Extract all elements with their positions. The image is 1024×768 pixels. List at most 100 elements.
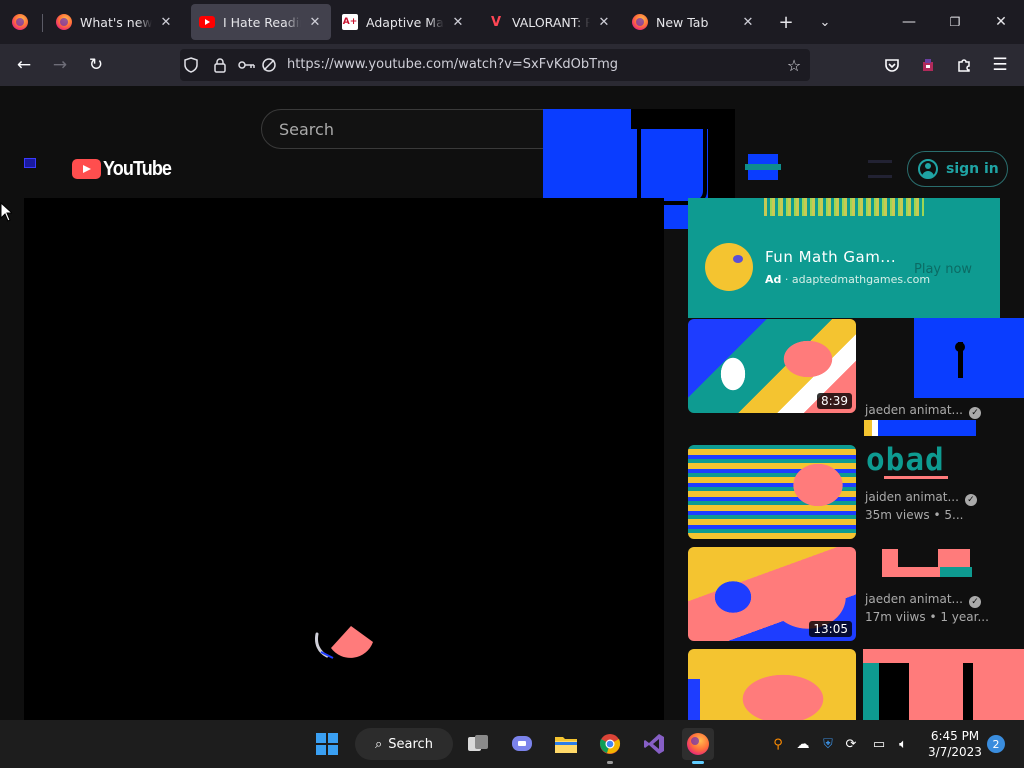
ad-play-now-button[interactable]: Play now	[914, 262, 972, 277]
url-bar[interactable]: https://www.youtube.com/watch?v=SxFvKdOb…	[180, 49, 810, 81]
clock[interactable]: 6:45 PM 3/7/2023	[924, 728, 986, 760]
lock-icon[interactable]	[211, 56, 229, 74]
close-icon[interactable]: ✕	[740, 14, 756, 30]
glitch-artifact-block	[882, 549, 972, 577]
valorant-icon: V	[490, 14, 502, 30]
new-tab-plus-icon[interactable]: +	[774, 10, 798, 34]
close-icon[interactable]: ✕	[596, 14, 612, 30]
tab-separator	[42, 14, 43, 32]
video-duration: 8:39	[817, 393, 852, 409]
volume-speaker-icon[interactable]: 🔈︎	[893, 734, 913, 754]
extension-avatar-icon[interactable]	[915, 52, 941, 78]
promoted-ad-card[interactable]: Fun Math Gam... Ad · adaptedmathgames.co…	[688, 198, 1000, 318]
related-video-thumbnail[interactable]: 13:05	[688, 547, 856, 641]
aplus-icon: A+	[342, 14, 358, 30]
settings-more-icon[interactable]	[868, 160, 892, 178]
forward-arrow-icon[interactable]: →	[47, 52, 73, 78]
permissions-key-icon[interactable]	[238, 56, 256, 74]
glitch-artifact-title	[914, 318, 1024, 398]
application-menu-icon[interactable]: ☰	[987, 52, 1013, 78]
related-video-stats: 17m viiws • 1 year...	[865, 610, 989, 624]
firefox-icon	[56, 14, 72, 30]
minimize-icon[interactable]: —	[886, 0, 932, 44]
close-icon[interactable]: ✕	[307, 14, 323, 30]
sign-in-label: sign in	[946, 161, 999, 177]
verified-check-icon: ✓	[964, 494, 977, 506]
channel-name: jaeden animat...	[865, 403, 963, 417]
related-video-stats: 35m views • 5...	[865, 508, 963, 522]
tab-i-hate-reading[interactable]: I Hate Reading - ✕	[191, 4, 331, 40]
tab-valorant[interactable]: V VALORANT: Riot ✕	[480, 4, 620, 40]
guide-menu-icon[interactable]	[24, 158, 36, 168]
close-icon[interactable]: ✕	[450, 14, 466, 30]
cloud-offline-icon[interactable]: ☁	[793, 734, 813, 754]
start-button[interactable]	[311, 728, 343, 760]
create-video-icon[interactable]	[745, 154, 781, 182]
youtube-page: YouTube Search sign in Fun Math Gam... A…	[0, 86, 1024, 720]
video-duration: 13:05	[809, 621, 852, 637]
view-count: 35m views	[865, 508, 930, 522]
navigation-toolbar: ← → ↻ https://www.youtube.com/watch?v=Sx…	[0, 44, 1024, 86]
related-video-thumbnail[interactable]	[688, 649, 856, 720]
taskbar-search-button[interactable]: ⌕ Search	[355, 728, 453, 760]
file-explorer-icon[interactable]	[550, 728, 582, 760]
security-shield-icon[interactable]: ⛨	[818, 734, 838, 754]
channel-name: jaeden animat...	[865, 592, 963, 606]
loading-spinner-icon	[315, 626, 373, 659]
extensions-puzzle-icon[interactable]	[951, 52, 977, 78]
display-icon[interactable]: ▭	[869, 734, 889, 754]
clock-date: 3/7/2023	[928, 745, 982, 759]
search-tray-icon[interactable]: ⚲	[768, 734, 788, 754]
url-text[interactable]: https://www.youtube.com/watch?v=SxFvKdOb…	[287, 57, 618, 72]
youtube-play-icon	[72, 159, 101, 179]
chrome-icon[interactable]	[594, 728, 626, 764]
window-close-icon[interactable]: ✕	[978, 0, 1024, 44]
teams-chat-icon[interactable]	[506, 728, 538, 760]
list-all-tabs-chevron-down-icon[interactable]: ⌄	[813, 10, 837, 34]
ad-badge: Ad	[765, 273, 782, 286]
search-icon: ⌕	[375, 736, 383, 752]
firefox-icon	[12, 14, 28, 30]
view-count: 17m viiws	[865, 610, 926, 624]
shield-icon[interactable]	[182, 56, 200, 74]
update-sync-icon[interactable]: ⟳	[841, 734, 861, 754]
glitch-artifact-text: obad	[866, 442, 945, 478]
youtube-logo-text: YouTube	[103, 157, 172, 180]
user-account-icon	[918, 159, 938, 179]
search-placeholder: Search	[279, 120, 334, 139]
task-view-icon[interactable]	[462, 728, 494, 760]
related-video-thumbnail[interactable]	[688, 445, 856, 539]
sign-in-button[interactable]: sign in	[907, 151, 1008, 187]
upload-age: • 5...	[933, 508, 964, 522]
reload-icon[interactable]: ↻	[83, 52, 109, 78]
upload-age: • 1 year...	[929, 610, 989, 624]
visual-studio-icon[interactable]	[638, 728, 670, 760]
back-arrow-icon[interactable]: ←	[11, 52, 37, 78]
tab-adaptive-math[interactable]: A+ Adaptive Math | ✕	[334, 4, 474, 40]
restore-icon[interactable]: ❐	[932, 0, 978, 44]
notification-badge[interactable]: 2	[987, 735, 1005, 753]
autoplay-blocked-icon[interactable]	[260, 56, 278, 74]
clock-time: 6:45 PM	[930, 729, 980, 743]
taskbar-search-label: Search	[388, 736, 433, 752]
video-player[interactable]	[24, 198, 664, 720]
firefox-view-button[interactable]	[8, 10, 32, 34]
search-input[interactable]: Search	[261, 109, 561, 149]
pocket-icon[interactable]	[879, 52, 905, 78]
glitch-artifact-bar	[864, 420, 976, 436]
close-icon[interactable]: ✕	[158, 14, 174, 30]
bookmark-star-icon[interactable]: ☆	[784, 55, 804, 75]
related-video-channel[interactable]: jaeden animat... ✓	[865, 592, 981, 608]
firefox-taskbar-icon[interactable]	[682, 728, 714, 764]
related-video-channel[interactable]: jaiden animat... ✓	[865, 490, 977, 506]
related-video-thumbnail[interactable]: 8:39	[688, 319, 856, 413]
tab-whats-new[interactable]: What's new with ✕	[48, 4, 182, 40]
tab-title: New Tab	[656, 14, 709, 30]
youtube-logo[interactable]: YouTube	[72, 158, 179, 180]
tab-new-tab[interactable]: New Tab ✕	[624, 4, 764, 40]
verified-check-icon: ✓	[968, 596, 981, 608]
related-video-channel[interactable]: jaeden animat... ✓	[865, 403, 981, 419]
ad-domain: · adaptedmathgames.com	[784, 273, 931, 286]
windows-taskbar: ⌕ Search ⚲ ☁ ⛨ ⟳ ▭ 🔈︎ 6:45 PM 3/7/2023 2	[0, 720, 1024, 768]
glitch-artifact-block	[863, 649, 1024, 720]
